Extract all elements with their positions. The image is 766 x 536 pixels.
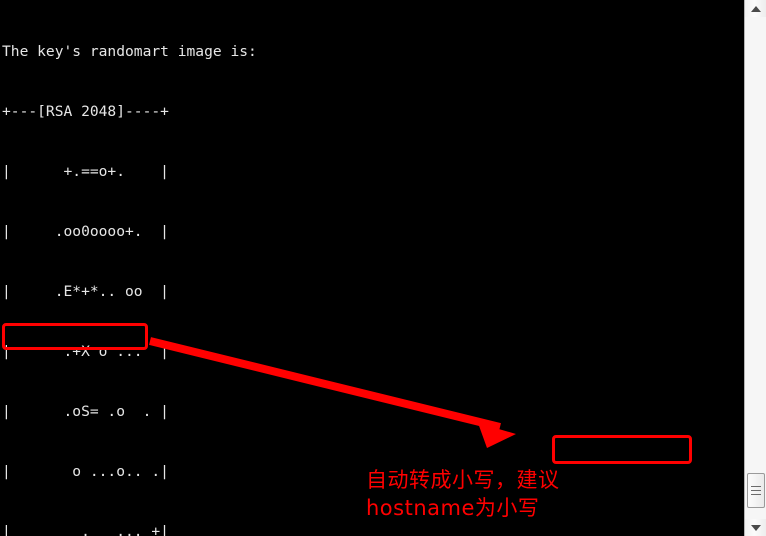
grip-line-icon [751,490,761,491]
grip-line-icon [751,486,761,487]
terminal-line: | .+X o ... | [2,343,169,360]
vertical-scrollbar[interactable] [744,0,766,536]
terminal-line: | +.==o+. | [2,163,169,180]
terminal-line: | .E*+*.. oo | [2,283,169,300]
terminal-line: | .oS= .o . | [2,403,169,420]
scroll-up-arrow-icon[interactable] [745,0,766,17]
terminal-line: | .oo0oooo+. | [2,223,169,240]
terminal-line: | . ... +| [2,523,169,536]
grip-line-icon [751,494,761,495]
terminal-window: The key's randomart image is: +---[RSA 2… [0,0,766,536]
terminal-line: | o ...o.. .| [2,463,169,480]
triangle-down-icon [750,524,761,531]
scrollbar-thumb[interactable] [747,473,765,508]
triangle-up-icon [750,5,761,12]
terminal-line: The key's randomart image is: [2,43,257,60]
scrollbar-track[interactable] [745,17,766,519]
scroll-down-arrow-icon[interactable] [745,519,766,536]
terminal-output[interactable]: The key's randomart image is: +---[RSA 2… [0,0,744,536]
terminal-line: +---[RSA 2048]----+ [2,103,169,120]
